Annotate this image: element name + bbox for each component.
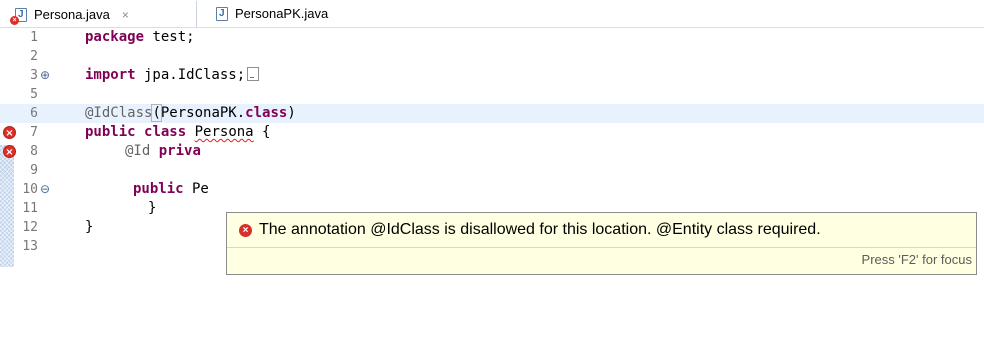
keyword: class	[245, 105, 288, 121]
line-number: 7	[30, 125, 38, 140]
keyword: package	[85, 29, 145, 45]
line-code: @Id priva	[125, 142, 201, 161]
line-number: 13	[22, 239, 38, 254]
hover-message-row: × The annotation @IdClass is disallowed …	[227, 213, 976, 247]
collapse-fold-icon[interactable]: ⊖	[40, 180, 50, 199]
punctuation: )	[287, 105, 296, 121]
error-icon: ×	[239, 223, 252, 237]
line-number: 1	[30, 30, 38, 45]
identifier: jpa.IdClass;	[135, 67, 246, 83]
code-line: 10 ⊖ public Pe	[0, 180, 984, 199]
keyword: public	[85, 124, 136, 140]
identifier: test;	[144, 29, 195, 45]
punctuation: {	[253, 124, 271, 140]
annotation: @IdClass	[85, 105, 153, 121]
error-message: The annotation @IdClass is disallowed fo…	[259, 221, 821, 238]
identifier: Pe	[183, 181, 209, 197]
tab-label: Persona.java	[34, 7, 110, 22]
keyword: import	[85, 67, 136, 83]
line-code: public class Persona {	[85, 123, 270, 142]
code-line: 2	[0, 47, 984, 66]
line-code: public Pe	[133, 180, 209, 199]
line-code: }	[148, 200, 157, 216]
java-file-error-icon: J ×	[10, 7, 27, 25]
tab-persona-java[interactable]: J × Persona.java ×	[0, 0, 197, 27]
line-number: 2	[30, 49, 38, 64]
hover-focus-hint: Press 'F2' for focus	[227, 247, 976, 274]
error-hover-popup[interactable]: × The annotation @IdClass is disallowed …	[226, 212, 977, 275]
code-line: 5	[0, 85, 984, 104]
expand-fold-icon[interactable]: ⊕	[40, 66, 50, 85]
collapsed-imports-icon[interactable]	[247, 67, 260, 81]
identifier: PersonaPK.	[160, 105, 246, 121]
line-code: @IdClass(PersonaPK.class)	[85, 104, 296, 123]
editor-tab-bar: J × Persona.java × J PersonaPK.java	[0, 0, 984, 28]
keyword: public	[133, 181, 184, 197]
keyword: priva	[158, 143, 201, 159]
line-code: import jpa.IdClass;	[85, 66, 260, 85]
line-number: 5	[30, 87, 38, 102]
line-code: package test;	[85, 28, 195, 47]
line-number: 10	[22, 182, 38, 197]
code-editor[interactable]: 1 package test; 2 3 ⊕ import jpa.IdClass…	[0, 28, 984, 358]
matching-bracket: (	[151, 104, 162, 122]
line-number: 6	[30, 106, 38, 121]
code-line: 3 ⊕ import jpa.IdClass;	[0, 66, 984, 85]
code-line: 9	[0, 161, 984, 180]
line-number: 12	[22, 220, 38, 235]
close-tab-icon[interactable]: ×	[122, 8, 129, 22]
code-line: × 7 public class Persona {	[0, 123, 984, 142]
code-line: × 8 @Id priva	[0, 142, 984, 161]
keyword: class	[144, 124, 187, 140]
line-code: }	[85, 219, 94, 235]
line-number: 11	[22, 201, 38, 216]
annotation: @Id	[125, 143, 151, 159]
line-number: 9	[30, 163, 38, 178]
code-line: 1 package test;	[0, 28, 984, 47]
error-class-name[interactable]: Persona	[195, 124, 254, 140]
line-number: 8	[30, 144, 38, 159]
tab-label: PersonaPK.java	[235, 6, 329, 21]
error-marker-icon[interactable]: ×	[3, 126, 16, 139]
tab-personapk-java[interactable]: J PersonaPK.java	[199, 0, 379, 27]
code-line-current: 6 @IdClass(PersonaPK.class)	[0, 104, 984, 123]
java-file-icon: J	[216, 6, 228, 21]
error-marker-icon[interactable]: ×	[3, 145, 16, 158]
line-number: 3	[30, 68, 38, 83]
